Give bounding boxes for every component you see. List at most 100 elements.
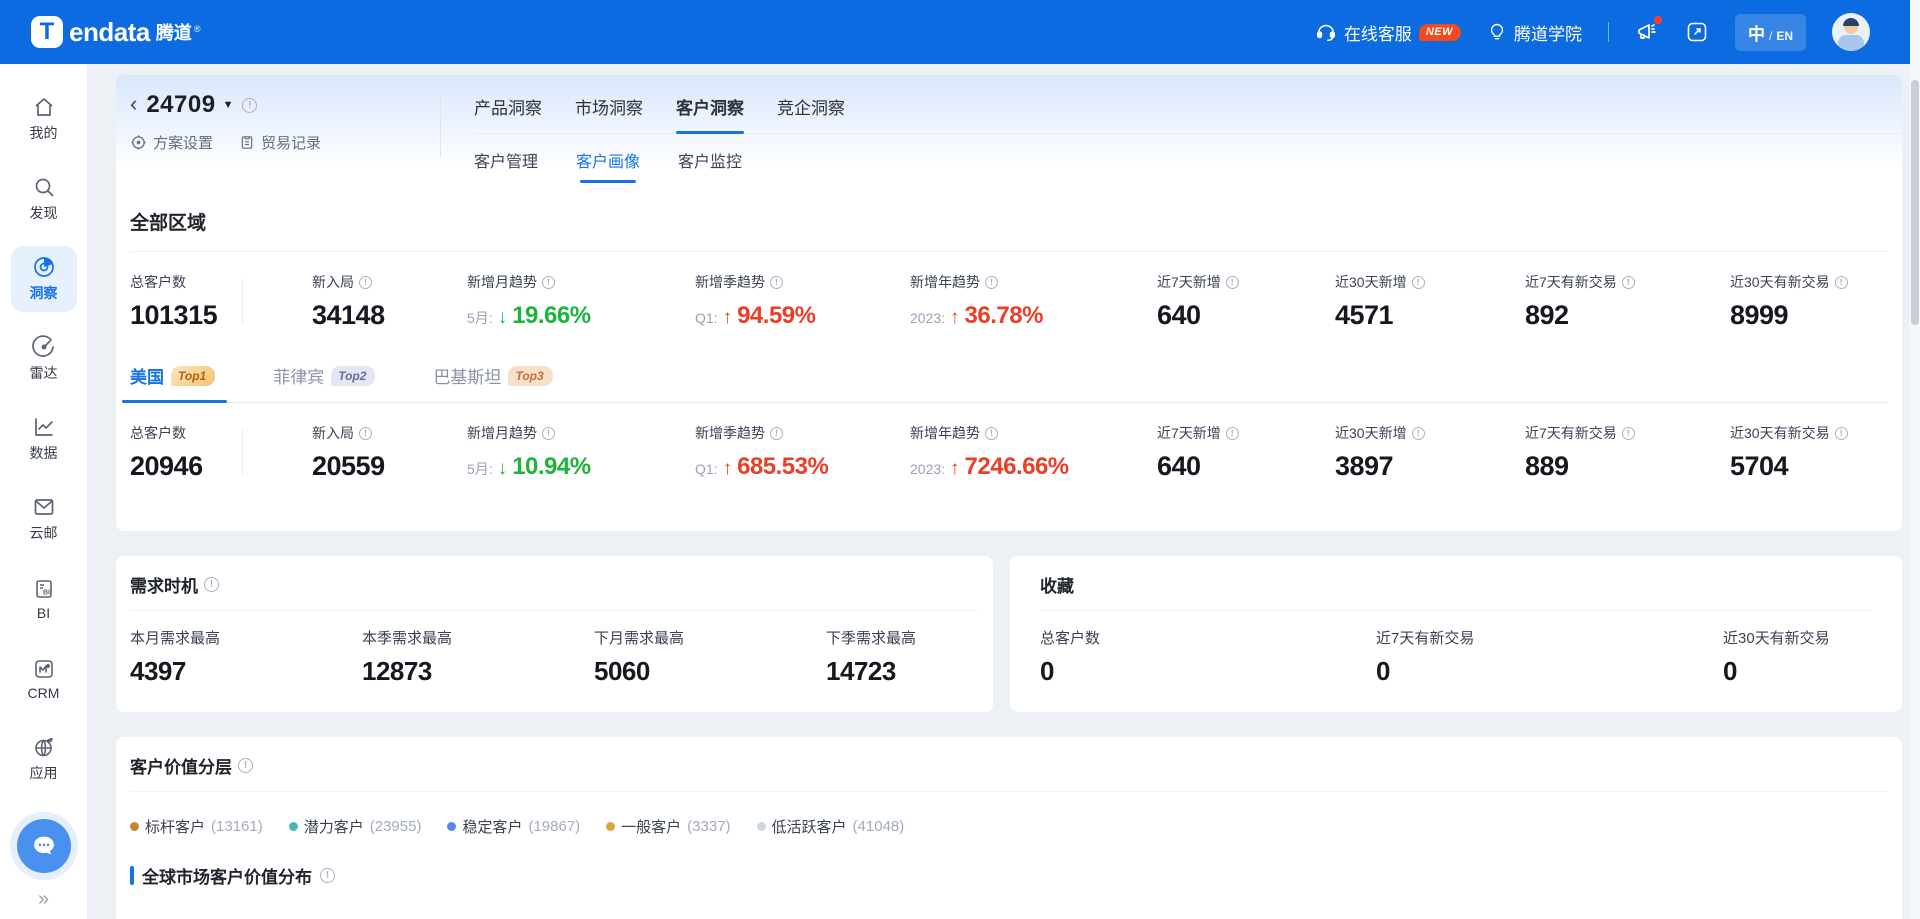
customer-value-card: 客户价值分层 ! 标杆客户 (13161) 潜力客户 (23955) 稳定客户 … <box>116 737 1902 919</box>
online-service-link[interactable]: 在线客服 NEW <box>1315 20 1461 45</box>
sidebar-item-crm[interactable]: CRM <box>11 646 77 712</box>
page-scrollbar[interactable] <box>1910 0 1920 919</box>
country-tab-usa[interactable]: 美国 Top1 <box>130 363 215 388</box>
arrow-up-icon: ↑ <box>950 458 960 480</box>
subtab-customer-profile[interactable]: 客户画像 <box>576 134 640 183</box>
sidebar-expand-button[interactable]: » <box>38 888 49 911</box>
arrow-down-icon: ↓ <box>498 458 508 480</box>
stat-demand-this-month: 本月需求最高 4397 <box>130 627 362 687</box>
fullscreen-button[interactable] <box>1685 20 1709 44</box>
trade-records-link[interactable]: 贸易记录 <box>239 132 321 153</box>
info-icon[interactable]: ! <box>770 427 783 440</box>
tab-product-insight[interactable]: 产品洞察 <box>474 75 542 133</box>
divider <box>242 278 243 324</box>
sidebar-label-mail: 云邮 <box>30 523 58 543</box>
chat-fab-button[interactable] <box>17 819 71 873</box>
scheme-settings-label: 方案设置 <box>153 132 213 153</box>
back-button[interactable]: ‹ <box>130 93 137 118</box>
subtab-customer-management[interactable]: 客户管理 <box>474 134 538 183</box>
tab-market-insight[interactable]: 市场洞察 <box>575 75 643 133</box>
lang-zh-label: 中 <box>1748 20 1765 45</box>
country-tab-pakistan[interactable]: 巴基斯坦 Top3 <box>433 363 552 388</box>
sidebar-item-apps[interactable]: 应用 <box>11 726 77 792</box>
tendata-logo[interactable]: T endata 腾道 ® <box>31 16 200 48</box>
scrollbar-thumb[interactable] <box>1911 80 1919 325</box>
user-avatar[interactable] <box>1832 13 1870 51</box>
announcements-button[interactable] <box>1635 20 1659 44</box>
info-icon[interactable]: ! <box>320 868 335 883</box>
avatar-hair <box>1843 18 1859 26</box>
sidebar-item-mail[interactable]: 云邮 <box>11 486 77 552</box>
legend-general-customers[interactable]: 一般客户 (3337) <box>606 816 730 837</box>
info-icon[interactable]: ! <box>770 276 783 289</box>
legend-stable-customers[interactable]: 稳定客户 (19867) <box>447 816 580 837</box>
plan-info-icon[interactable]: ! <box>242 98 257 113</box>
legend-dot <box>757 822 766 831</box>
section-accent-bar <box>130 866 134 885</box>
chevron-down-icon[interactable]: ▼ <box>223 99 234 111</box>
info-icon[interactable]: ! <box>985 427 998 440</box>
subtab-customer-monitor[interactable]: 客户监控 <box>678 134 742 183</box>
sidebar-item-insight[interactable]: 洞察 <box>11 246 77 312</box>
legend-benchmark-customers[interactable]: 标杆客户 (13161) <box>130 816 263 837</box>
info-icon[interactable]: ! <box>1226 276 1239 289</box>
info-icon[interactable]: ! <box>1835 276 1848 289</box>
scheme-settings-link[interactable]: 方案设置 <box>130 132 213 153</box>
settings-target-icon <box>130 134 147 151</box>
info-icon[interactable]: ! <box>1622 427 1635 440</box>
stat-new-7d: 近7天新增! 640 <box>1157 272 1335 331</box>
divider <box>130 251 1888 252</box>
sidebar-label-bi: BI <box>37 605 50 621</box>
info-icon[interactable]: ! <box>359 427 372 440</box>
sidebar: 我的 发现 洞察 雷达 数据 云邮 BI BI <box>0 64 88 919</box>
line-chart-icon <box>32 415 56 439</box>
legend-low-activity-customers[interactable]: 低活跃客户 (41048) <box>757 816 905 837</box>
info-icon[interactable]: ! <box>542 427 555 440</box>
favorites-card: 收藏 总客户数 0 近7天有新交易 0 近30天有新交易 0 <box>1010 556 1902 712</box>
logo-text: endata <box>69 17 150 48</box>
top1-badge: Top1 <box>171 366 215 386</box>
stat-yearly-trend: 新增年趋势! 2023:↑7246.66% <box>910 423 1157 482</box>
info-icon[interactable]: ! <box>204 577 219 592</box>
info-icon[interactable]: ! <box>1412 427 1425 440</box>
info-icon[interactable]: ! <box>238 758 253 773</box>
document-icon <box>239 134 255 151</box>
stat-yearly-trend: 新增年趋势! 2023:↑36.78% <box>910 272 1157 331</box>
global-value-distribution-title: 全球市场客户价值分布 <box>142 863 312 888</box>
arrow-down-icon: ↓ <box>498 307 508 329</box>
info-icon[interactable]: ! <box>1226 427 1239 440</box>
stat-new-7d: 近7天新增! 640 <box>1157 423 1335 482</box>
info-icon[interactable]: ! <box>1835 427 1848 440</box>
info-icon[interactable]: ! <box>542 276 555 289</box>
sidebar-item-radar[interactable]: 雷达 <box>11 326 77 392</box>
sidebar-item-data[interactable]: 数据 <box>11 406 77 472</box>
plan-id-selector[interactable]: 24709 <box>146 91 215 119</box>
lightbulb-icon <box>1487 21 1507 43</box>
radar-icon <box>32 335 56 359</box>
country-tab-philippines[interactable]: 菲律宾 Top2 <box>273 363 375 388</box>
language-switch[interactable]: 中 / EN <box>1735 14 1806 51</box>
info-icon[interactable]: ! <box>985 276 998 289</box>
info-icon[interactable]: ! <box>1412 276 1425 289</box>
headset-icon <box>1315 21 1337 43</box>
academy-link[interactable]: 腾道学院 <box>1487 20 1582 45</box>
stat-demand-this-quarter: 本季需求最高 12873 <box>362 627 594 687</box>
sidebar-item-mine[interactable]: 我的 <box>11 86 77 152</box>
crm-icon <box>32 657 56 681</box>
sidebar-item-discover[interactable]: 发现 <box>11 166 77 232</box>
info-icon[interactable]: ! <box>1622 276 1635 289</box>
stat-fav-trade-7d: 近7天有新交易 0 <box>1376 627 1723 687</box>
sidebar-label-data: 数据 <box>30 443 58 463</box>
demand-timing-card: 需求时机 ! 本月需求最高 4397 本季需求最高 12873 下月需求最高 5… <box>116 556 993 712</box>
country-tabs: 美国 Top1 菲律宾 Top2 巴基斯坦 Top3 <box>130 363 1888 403</box>
top-navbar: T endata 腾道 ® 在线客服 NEW 腾道学院 <box>0 0 1910 64</box>
academy-label: 腾道学院 <box>1514 20 1582 45</box>
sidebar-item-bi[interactable]: BI BI <box>11 566 77 632</box>
logo-t-icon: T <box>31 16 63 48</box>
info-icon[interactable]: ! <box>359 276 372 289</box>
stat-new-entrants: 新入局! 20559 <box>312 423 467 482</box>
legend-potential-customers[interactable]: 潜力客户 (23955) <box>289 816 422 837</box>
tab-competitor-insight[interactable]: 竞企洞察 <box>777 75 845 133</box>
divider <box>1040 610 1872 611</box>
tab-customer-insight[interactable]: 客户洞察 <box>676 75 744 133</box>
